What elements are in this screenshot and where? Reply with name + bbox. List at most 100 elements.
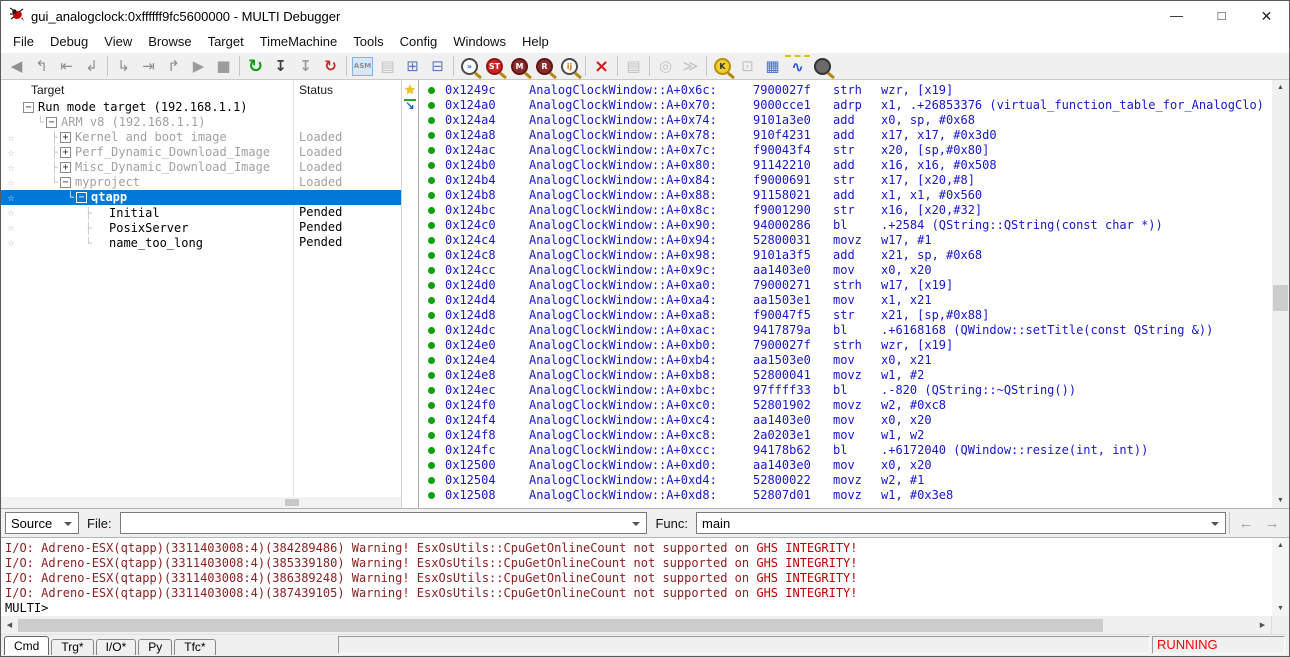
tab-tfc[interactable]: Tfc*	[174, 639, 215, 655]
disasm-row[interactable]: 0x12504 AnalogClockWindow::A+0xd4: 52800…	[419, 473, 1272, 488]
step-icon[interactable]: ⇥	[136, 55, 161, 78]
run-to-icon[interactable]: ↘	[404, 99, 415, 112]
breakpoint-dot-icon[interactable]	[419, 323, 445, 338]
disasm-row[interactable]: 0x124a8 AnalogClockWindow::A+0x78: 910f4…	[419, 128, 1272, 143]
step-back-icon[interactable]: ⇤	[54, 55, 79, 78]
favorite-star-icon[interactable]: ☆	[1, 235, 21, 250]
favorite-star-icon[interactable]	[1, 100, 21, 115]
view-memory-mag-icon[interactable]: M	[511, 58, 528, 75]
disasm-row[interactable]: 0x124a0 AnalogClockWindow::A+0x70: 9000c…	[419, 98, 1272, 113]
favorite-star-icon[interactable]: ☆	[1, 145, 21, 160]
breakpoint-dot-icon[interactable]	[419, 113, 445, 128]
disasm-row[interactable]: 0x124b4 AnalogClockWindow::A+0x84: f9000…	[419, 173, 1272, 188]
console-horizontal-scrollbar[interactable]: ◀ ▶	[1, 616, 1289, 634]
disasm-row[interactable]: 0x124b8 AnalogClockWindow::A+0x88: 91158…	[419, 188, 1272, 203]
disasm-row[interactable]: 0x124b0 AnalogClockWindow::A+0x80: 91142…	[419, 158, 1272, 173]
breakpoint-dot-icon[interactable]	[419, 248, 445, 263]
disassembly-vertical-scrollbar[interactable]: ▲ ▼	[1272, 80, 1289, 508]
tab-py[interactable]: Py	[138, 639, 172, 655]
collapse-list-icon[interactable]: ⊟	[425, 55, 450, 78]
tree-expander-icon[interactable]: −	[76, 192, 87, 203]
menu-item[interactable]: TimeMachine	[252, 31, 346, 53]
clear-breakpoints-icon[interactable]: ×	[589, 55, 614, 78]
scroll-up-icon[interactable]: ▲	[1272, 538, 1289, 553]
tree-expander-icon[interactable]: −	[60, 177, 71, 188]
scroll-right-icon[interactable]: ▶	[1254, 621, 1271, 629]
reload-doc-icon[interactable]: ↻	[318, 55, 343, 78]
tree-row-qtapp[interactable]: ☆ └−qtapp	[1, 190, 401, 205]
menu-item[interactable]: Config	[392, 31, 446, 53]
breakpoint-dot-icon[interactable]	[419, 158, 445, 173]
tab-io[interactable]: I/O*	[96, 639, 137, 655]
scroll-down-icon[interactable]: ▼	[1272, 601, 1289, 616]
breakpoint-dot-icon[interactable]	[419, 188, 445, 203]
breakpoint-dot-icon[interactable]	[419, 83, 445, 98]
breakpoint-dot-icon[interactable]	[419, 473, 445, 488]
disassembly-vscroll-thumb[interactable]	[1273, 285, 1288, 311]
menu-item[interactable]: Help	[514, 31, 557, 53]
step-back-into-icon[interactable]: ↲	[79, 55, 104, 78]
tree-hscroll-thumb[interactable]	[285, 499, 299, 506]
disasm-row[interactable]: 0x124a4 AnalogClockWindow::A+0x74: 9101a…	[419, 113, 1272, 128]
doc-forward-icon[interactable]: ▤	[375, 55, 400, 78]
disasm-row[interactable]: 0x12508 AnalogClockWindow::A+0xd8: 52807…	[419, 488, 1272, 503]
favorite-star-icon[interactable]: ☆	[1, 220, 21, 235]
restart-icon[interactable]: ↻	[243, 55, 268, 78]
tree-row-misc[interactable]: ☆ ├+Misc_Dynamic_Download_Image Loaded	[1, 160, 401, 175]
menu-item[interactable]: File	[5, 31, 42, 53]
disasm-row[interactable]: 0x124ac AnalogClockWindow::A+0x7c: f9004…	[419, 143, 1272, 158]
tree-row-initial[interactable]: ☆ ├Initial Pended	[1, 205, 401, 220]
view-locals-mag-icon[interactable]: ij	[561, 58, 578, 75]
favorite-star-icon[interactable]: ☆	[1, 190, 21, 205]
breakpoint-dot-icon[interactable]	[419, 128, 445, 143]
disasm-row[interactable]: 0x124f0 AnalogClockWindow::A+0xc0: 52801…	[419, 398, 1272, 413]
breakpoint-dot-icon[interactable]	[419, 173, 445, 188]
view-registers-mag-icon[interactable]: R	[536, 58, 553, 75]
breakpoint-dot-icon[interactable]	[419, 443, 445, 458]
breakpoint-dot-icon[interactable]	[419, 338, 445, 353]
disasm-row[interactable]: 0x124c4 AnalogClockWindow::A+0x94: 52800…	[419, 233, 1272, 248]
tree-horizontal-scrollbar[interactable]	[1, 497, 401, 508]
breakpoint-dot-icon[interactable]	[419, 263, 445, 278]
profile-icon[interactable]: ◎	[653, 55, 678, 78]
disasm-row[interactable]: 0x124c0 AnalogClockWindow::A+0x90: 94000…	[419, 218, 1272, 233]
go-back-icon[interactable]: ◀	[4, 55, 29, 78]
source-mode-select[interactable]: Source	[5, 512, 79, 534]
disasm-row[interactable]: 0x124cc AnalogClockWindow::A+0x9c: aa140…	[419, 263, 1272, 278]
return-icon[interactable]: ↱	[161, 55, 186, 78]
breakpoint-dot-icon[interactable]	[419, 488, 445, 503]
breakpoint-dot-icon[interactable]	[419, 398, 445, 413]
next-icon[interactable]: ↳	[111, 55, 136, 78]
favorite-star-icon[interactable]: ☆	[1, 160, 21, 175]
target-column-header[interactable]: Target	[21, 83, 293, 97]
favorite-star-icon[interactable]: ☆	[1, 175, 21, 190]
breakpoint-dot-icon[interactable]	[419, 143, 445, 158]
hscroll-thumb[interactable]	[18, 619, 1103, 632]
disasm-row[interactable]: 0x12500 AnalogClockWindow::A+0xd0: aa140…	[419, 458, 1272, 473]
scroll-left-icon[interactable]: ◀	[1, 621, 18, 629]
disasm-row[interactable]: 0x124f8 AnalogClockWindow::A+0xc8: 2a020…	[419, 428, 1272, 443]
tree-expander-icon[interactable]: −	[46, 117, 57, 128]
console-vertical-scrollbar[interactable]: ▲ ▼	[1272, 538, 1289, 616]
disasm-row[interactable]: 0x124e4 AnalogClockWindow::A+0xb4: aa150…	[419, 353, 1272, 368]
breakpoint-dot-icon[interactable]	[419, 218, 445, 233]
disasm-row[interactable]: 0x124d4 AnalogClockWindow::A+0xa4: aa150…	[419, 293, 1272, 308]
go-icon[interactable]: ▶	[186, 55, 211, 78]
command-console[interactable]: I/O: Adreno-ESX(qtapp)(3311403008:4)(384…	[1, 538, 1289, 616]
favorites-filter-icon[interactable]: ★	[404, 82, 416, 97]
trace-icon[interactable]: ≫	[678, 55, 703, 78]
menu-item[interactable]: Windows	[445, 31, 514, 53]
breakpoint-dot-icon[interactable]	[419, 413, 445, 428]
disasm-row[interactable]: 0x124d8 AnalogClockWindow::A+0xa8: f9004…	[419, 308, 1272, 323]
load-symbols-icon[interactable]: ↧	[293, 55, 318, 78]
browse-mag-icon[interactable]	[814, 58, 831, 75]
maximize-button[interactable]: □	[1199, 1, 1244, 31]
disasm-row[interactable]: 0x124d0 AnalogClockWindow::A+0xa0: 79000…	[419, 278, 1272, 293]
tree-row-run-mode-target[interactable]: −Run mode target (192.168.1.1)	[1, 100, 401, 115]
expand-list-icon[interactable]: ⊞	[400, 55, 425, 78]
menu-item[interactable]: Target	[200, 31, 252, 53]
close-button[interactable]: ✕	[1244, 1, 1289, 31]
breakpoint-dot-icon[interactable]	[419, 368, 445, 383]
download-icon[interactable]: ↧	[268, 55, 293, 78]
menu-item[interactable]: Browse	[140, 31, 199, 53]
